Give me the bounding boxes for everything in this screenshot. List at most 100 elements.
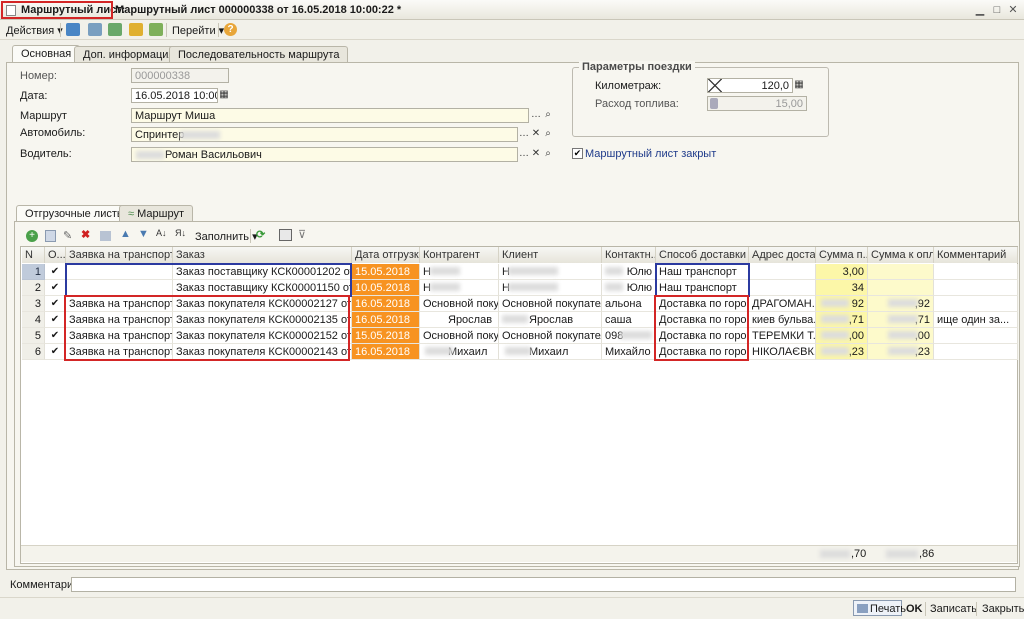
cell-sum[interactable]: 3,00 bbox=[816, 264, 868, 280]
grid-header-client[interactable]: Клиент bbox=[499, 247, 602, 263]
close-button[interactable]: Закрыть bbox=[982, 603, 1024, 615]
cell-counterparty[interactable]: Основной поку... bbox=[420, 328, 499, 344]
end-edit-icon[interactable] bbox=[100, 231, 111, 241]
sort-desc-icon[interactable]: Я↓ bbox=[175, 228, 186, 238]
cell-address[interactable] bbox=[749, 280, 816, 296]
cell-client[interactable]: Основной покупател... bbox=[499, 328, 602, 344]
cell-check[interactable]: ✔ bbox=[45, 312, 66, 328]
cell-comment[interactable] bbox=[934, 264, 1018, 280]
cell-n[interactable]: 3 bbox=[22, 296, 45, 312]
tab-shipping-sheets[interactable]: Отгрузочные листы bbox=[16, 205, 134, 222]
help-icon[interactable]: ? bbox=[224, 23, 237, 36]
cell-n[interactable]: 4 bbox=[22, 312, 45, 328]
maximize-icon[interactable]: □ bbox=[990, 3, 1004, 17]
cell-comment[interactable] bbox=[934, 296, 1018, 312]
cell-comment[interactable] bbox=[934, 280, 1018, 296]
cell-check[interactable]: ✔ bbox=[45, 280, 66, 296]
cell-sum_pay[interactable] bbox=[868, 264, 934, 280]
edit-icon[interactable]: ✎ bbox=[63, 229, 72, 242]
cell-client[interactable]: Основной покупател... bbox=[499, 296, 602, 312]
cell-address[interactable] bbox=[749, 264, 816, 280]
grid-header-sum[interactable]: Сумма п... bbox=[816, 247, 868, 263]
move-down-icon[interactable]: ▼ bbox=[138, 228, 149, 240]
cell-date[interactable]: 10.05.2018 bbox=[352, 280, 420, 296]
cell-address[interactable]: НІКОЛАЄВК... bbox=[749, 344, 816, 360]
cell-check[interactable]: ✔ bbox=[45, 296, 66, 312]
grid-header-date[interactable]: Дата отгрузки bbox=[352, 247, 420, 263]
cell-contact[interactable]: саша bbox=[602, 312, 656, 328]
select-button[interactable]: … bbox=[518, 127, 530, 141]
grid-header-counterparty[interactable]: Контрагент bbox=[420, 247, 499, 263]
cell-check[interactable]: ✔ bbox=[45, 264, 66, 280]
cell-date[interactable]: 16.05.2018 bbox=[352, 312, 420, 328]
open-icon[interactable]: ⌕ bbox=[542, 147, 554, 161]
cell-contact[interactable]: альона bbox=[602, 296, 656, 312]
cell-contact[interactable]: Михайло bbox=[602, 344, 656, 360]
cell-comment[interactable] bbox=[934, 328, 1018, 344]
filter-settings-icon[interactable] bbox=[279, 229, 292, 241]
move-up-icon[interactable]: ▲ bbox=[120, 228, 131, 240]
tab-extra-info[interactable]: Доп. информация bbox=[74, 46, 184, 62]
grid-header-request[interactable]: Заявка на транспорт bbox=[66, 247, 173, 263]
calendar-icon[interactable]: ▦ bbox=[218, 88, 230, 102]
grid-header-n[interactable]: N bbox=[22, 247, 45, 263]
sort-asc-icon[interactable]: A↓ bbox=[156, 228, 167, 238]
tab-route[interactable]: ≈ Маршрут bbox=[119, 205, 193, 221]
grid-header-delivery[interactable]: Способ доставки bbox=[656, 247, 749, 263]
print-preview-icon[interactable] bbox=[88, 23, 102, 36]
cell-date[interactable]: 16.05.2018 bbox=[352, 296, 420, 312]
cell-address[interactable]: ДРАГОМАН... bbox=[749, 296, 816, 312]
grid-header-order[interactable]: Заказ bbox=[173, 247, 352, 263]
closed-checkbox[interactable]: ✔ bbox=[572, 148, 583, 159]
comment-input[interactable] bbox=[71, 577, 1016, 592]
cell-counterparty[interactable]: Основной поку... bbox=[420, 296, 499, 312]
driver-field[interactable]: Роман Васильович bbox=[131, 147, 518, 162]
date-field[interactable]: 16.05.2018 10:00:22 bbox=[131, 88, 218, 103]
refresh-icon[interactable] bbox=[108, 23, 122, 36]
open-icon[interactable]: ⌕ bbox=[542, 127, 554, 141]
clear-filter-icon[interactable]: ⊽ bbox=[298, 228, 306, 241]
structure-icon[interactable] bbox=[149, 23, 163, 36]
cell-n[interactable]: 6 bbox=[22, 344, 45, 360]
goto-menu[interactable]: Перейти ▾ bbox=[172, 24, 224, 37]
cell-comment[interactable] bbox=[934, 344, 1018, 360]
cell-date[interactable]: 15.05.2018 bbox=[352, 264, 420, 280]
open-icon[interactable]: ⌕ bbox=[542, 108, 554, 122]
cell-sum_pay[interactable] bbox=[868, 280, 934, 296]
select-button[interactable]: … bbox=[530, 108, 542, 122]
copy-icon[interactable] bbox=[45, 230, 56, 242]
cell-check[interactable]: ✔ bbox=[45, 344, 66, 360]
actions-menu[interactable]: Действия ▾ bbox=[6, 24, 63, 37]
tab-main[interactable]: Основная bbox=[12, 45, 81, 62]
cell-n[interactable]: 2 bbox=[22, 280, 45, 296]
cell-check[interactable]: ✔ bbox=[45, 328, 66, 344]
grid-header-comment[interactable]: Комментарий bbox=[934, 247, 1018, 263]
save-icon[interactable] bbox=[66, 23, 80, 36]
cell-address[interactable]: киев бульва... bbox=[749, 312, 816, 328]
fuel-field[interactable]: 15,00 bbox=[707, 96, 807, 111]
close-icon[interactable]: ✕ bbox=[1006, 3, 1020, 17]
cell-date[interactable]: 15.05.2018 bbox=[352, 328, 420, 344]
clear-icon[interactable]: ✕ bbox=[530, 127, 542, 141]
grid-header-sum_pay[interactable]: Сумма к опл... bbox=[868, 247, 934, 263]
cell-address[interactable]: ТЕРЕМКИ Т... bbox=[749, 328, 816, 344]
grid-header-check[interactable]: О... bbox=[45, 247, 66, 263]
cell-comment[interactable]: ище один за... bbox=[934, 312, 1018, 328]
cell-date[interactable]: 16.05.2018 bbox=[352, 344, 420, 360]
cell-sum[interactable]: 34 bbox=[816, 280, 868, 296]
route-field[interactable]: Маршрут Миша bbox=[131, 108, 529, 123]
number-field[interactable]: 000000338 bbox=[131, 68, 229, 83]
fill-menu[interactable]: Заполнить ▾ bbox=[195, 230, 258, 243]
ok-button[interactable]: OK bbox=[906, 603, 923, 615]
refresh-icon[interactable]: ⟳ bbox=[256, 228, 265, 241]
tab-route-sequence[interactable]: Последовательность маршрута bbox=[169, 46, 349, 62]
add-icon[interactable]: + bbox=[26, 230, 38, 242]
delete-icon[interactable]: ✖ bbox=[81, 228, 90, 241]
cell-n[interactable]: 5 bbox=[22, 328, 45, 344]
select-button[interactable]: … bbox=[518, 147, 530, 161]
grid-header-contact[interactable]: Контактн... bbox=[602, 247, 656, 263]
cell-counterparty[interactable]: Ярослав bbox=[420, 312, 499, 328]
clear-icon[interactable]: ✕ bbox=[530, 147, 542, 161]
calculator-icon[interactable]: ▦ bbox=[793, 78, 805, 92]
save-button[interactable]: Записать bbox=[930, 603, 977, 615]
